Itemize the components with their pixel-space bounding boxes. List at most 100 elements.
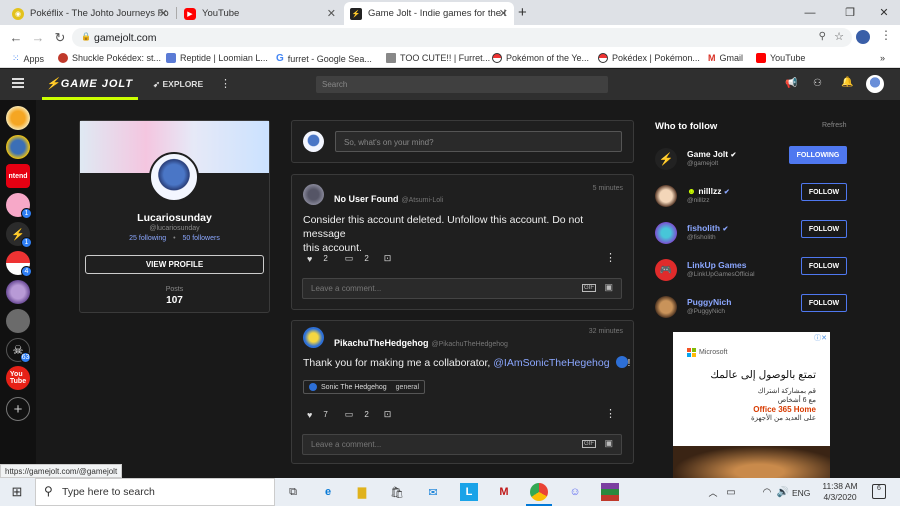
profile-name[interactable]: Lucariosunday [80, 212, 269, 224]
share-icon[interactable]: ⊡ [384, 253, 392, 264]
bookmark-furret-search[interactable]: G furret - Google Sea... [276, 53, 372, 64]
more-menu-icon[interactable]: ⋮ [220, 77, 231, 90]
share-icon[interactable]: ⊡ [384, 409, 392, 420]
follow-button[interactable]: FOLLOW [801, 294, 847, 312]
minimize-button[interactable]: — [792, 0, 828, 25]
puggynich-avatar[interactable] [655, 296, 677, 318]
community-fnaf[interactable] [6, 309, 30, 333]
discord-icon[interactable]: ☺ [566, 483, 584, 501]
suggested-user-name[interactable]: LinkUp Games [687, 260, 747, 270]
post-timestamp[interactable]: 5 minutes [593, 185, 623, 192]
post-options-icon[interactable]: ⋮ [605, 407, 616, 420]
explore-link[interactable]: ➹ EXPLORE [153, 79, 203, 90]
community-mewtwo[interactable] [6, 280, 30, 304]
image-icon[interactable]: ▣ [604, 438, 613, 449]
follow-button[interactable]: FOLLOW [801, 257, 847, 275]
task-view-icon[interactable]: ⧉ [284, 483, 302, 501]
community-undertale[interactable]: ☠ 63 [6, 338, 31, 363]
bookmark-star-icon[interactable]: ☆ [834, 30, 844, 43]
refresh-link[interactable]: Refresh [822, 122, 847, 129]
bookmarks-overflow-icon[interactable]: » [880, 53, 885, 63]
bookmark-gmail[interactable]: M Gmail [708, 53, 743, 63]
mcafee-icon[interactable]: M [495, 483, 513, 501]
user-avatar[interactable] [866, 75, 884, 93]
comment-icon[interactable]: ▭ [345, 253, 354, 264]
add-community-button[interactable]: + [6, 397, 30, 421]
followers-link[interactable]: 50 followers [182, 235, 219, 242]
post-author-name[interactable]: PikachuTheHedgehog [334, 338, 429, 348]
volume-icon[interactable]: 🔊 [774, 483, 792, 501]
reload-icon[interactable]: ↻ [50, 25, 70, 50]
tab-pokeflix[interactable]: ◉ Pokéflix - The Johto Journeys Fo ✕ [6, 2, 174, 25]
comment-icon[interactable]: ▭ [345, 409, 354, 420]
view-profile-button[interactable]: VIEW PROFILE [85, 255, 264, 274]
post-game-tag[interactable]: Sonic The Hedgehog general [303, 380, 426, 394]
community-pokemon[interactable] [6, 135, 30, 159]
close-tab-icon[interactable]: ✕ [499, 7, 508, 20]
post-author-avatar[interactable] [303, 184, 324, 205]
close-tab-icon[interactable]: ✕ [159, 7, 168, 20]
taskbar-search[interactable]: ⚲ Type here to search [35, 478, 275, 506]
suggested-user-name[interactable]: PuggyNich [687, 297, 731, 307]
hamburger-menu-icon[interactable] [12, 78, 24, 88]
close-tab-icon[interactable]: ✕ [327, 7, 336, 20]
suggested-user-name[interactable]: ☻ nilllzz ✔ [687, 186, 730, 196]
zoom-icon[interactable]: ⚲ [819, 31, 826, 42]
gamejolt-avatar[interactable]: ⚡ [655, 148, 677, 170]
mention-link[interactable]: @IAmSonicTheHegehog [493, 357, 609, 369]
back-arrow-icon[interactable]: ← [6, 25, 26, 50]
announcements-icon[interactable]: 📢 [785, 78, 797, 89]
nilllzz-avatar[interactable] [655, 185, 677, 207]
bookmark-pokemon-year[interactable]: Pokémon of the Ye... [492, 53, 589, 63]
following-button[interactable]: FOLLOWING [789, 146, 847, 164]
clock[interactable]: 11:38 AM 4/3/2020 [818, 481, 862, 503]
like-heart-icon[interactable]: ♥ [307, 410, 312, 420]
launcher-l-icon[interactable]: L [460, 483, 478, 501]
suggested-user-name[interactable]: fisholith ✔ [687, 223, 728, 233]
menu-dots-icon[interactable]: ⋮ [880, 28, 892, 42]
community-nintendo[interactable]: ntend [6, 164, 30, 188]
linkup-games-avatar[interactable]: 🎮 [655, 259, 677, 281]
advertisement[interactable]: ⓘ✕ Microsoft تمتع بالوصول إلى عالمك قم ب… [673, 332, 830, 478]
bookmark-apps[interactable]: ⁙ Apps [12, 53, 44, 64]
edge-icon[interactable]: e [319, 483, 337, 501]
bookmark-pokedex[interactable]: Pokédex | Pokémon... [598, 53, 700, 63]
like-heart-icon[interactable]: ♥ [307, 254, 312, 264]
windows-start-icon[interactable]: ⊞ [8, 483, 26, 501]
forward-arrow-icon[interactable]: → [28, 25, 48, 50]
chrome-icon[interactable] [530, 483, 548, 501]
post-options-icon[interactable]: ⋮ [605, 251, 616, 264]
bookmark-youtube[interactable]: YouTube [756, 53, 805, 63]
maximize-button[interactable]: ❐ [832, 0, 868, 25]
show-hidden-icons[interactable]: ︿ [704, 483, 722, 501]
community-gamejolt[interactable]: ⚡ 1 [6, 222, 32, 248]
image-icon[interactable]: ▣ [604, 282, 613, 293]
profile-avatar-icon[interactable] [856, 30, 870, 44]
friends-icon[interactable]: ⚇ [813, 78, 822, 89]
follow-button[interactable]: FOLLOW [801, 220, 847, 238]
gamejolt-logo[interactable]: ⚡GAME JOLT [46, 77, 133, 90]
store-icon[interactable]: 🛍 [388, 483, 406, 501]
language-indicator[interactable]: ENG [792, 488, 810, 498]
window-close-button[interactable]: ✕ [866, 0, 900, 25]
new-tab-button[interactable]: + [518, 4, 527, 21]
gif-icon[interactable]: GIF [582, 284, 596, 292]
bookmark-reptide[interactable]: Reptide | Loomian L... [166, 53, 268, 63]
composer-input[interactable]: So, what's on your mind? [335, 131, 622, 152]
winrar-icon[interactable] [601, 483, 619, 501]
suggested-user-name[interactable]: Game Jolt ✔ [687, 149, 736, 159]
gif-icon[interactable]: GIF [582, 440, 596, 448]
profile-avatar[interactable] [149, 152, 199, 202]
tab-gamejolt[interactable]: ⚡ Game Jolt - Indie games for the l ✕ [344, 2, 514, 25]
post-timestamp[interactable]: 32 minutes [589, 328, 623, 335]
tab-youtube[interactable]: ▶ YouTube ✕ [178, 2, 342, 25]
ad-info-icon[interactable]: ⓘ✕ [814, 333, 827, 343]
community-fennekin[interactable] [6, 106, 30, 130]
bookmark-shuckle[interactable]: Shuckle Pokédex: st... [58, 53, 161, 63]
community-youtube[interactable]: You Tube [6, 366, 30, 390]
bookmark-too-cute[interactable]: TOO CUTE!! | Furret... [386, 53, 490, 63]
comment-input[interactable]: Leave a comment... GIF ▣ [302, 278, 622, 299]
follow-button[interactable]: FOLLOW [801, 183, 847, 201]
channel-tag[interactable]: general [396, 384, 419, 391]
action-center-icon[interactable]: 6 [872, 484, 886, 499]
